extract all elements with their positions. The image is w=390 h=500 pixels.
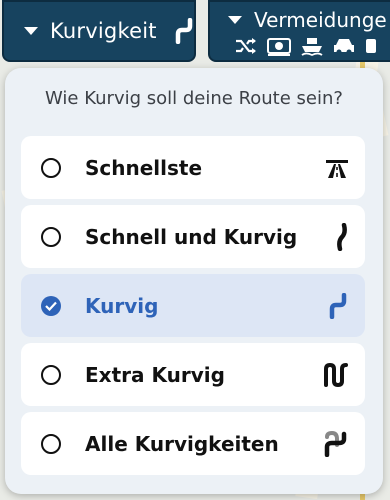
option-all-curviness[interactable]: Alle Kurvigkeiten [21,412,365,475]
option-extra-curvy[interactable]: Extra Kurvig [21,343,365,406]
radio-button[interactable] [41,433,61,454]
radio-button[interactable] [41,157,61,178]
option-label: Kurvig [85,293,159,318]
highway-icon [325,157,349,179]
car-icon[interactable] [332,36,356,56]
option-label: Schnellste [85,155,203,180]
toll-icon[interactable] [266,36,292,56]
slight-curve-icon [335,222,349,251]
option-fast-and-curvy[interactable]: Schnell und Kurvig [21,205,365,268]
caret-down-icon [24,27,38,35]
option-fastest[interactable]: Schnellste [21,136,365,199]
panel-title: Wie Kurvig soll deine Route sein? [45,88,343,109]
avoidances-button[interactable]: Vermeidunge [208,0,390,62]
curve-icon [327,292,349,319]
shuffle-icon[interactable] [234,36,258,56]
all-curves-icon [323,430,349,457]
extra-curve-icon [323,362,349,387]
radio-button-checked[interactable] [41,295,61,316]
caret-down-icon [228,16,242,24]
radio-button[interactable] [41,364,61,385]
option-label: Alle Kurvigkeiten [85,431,279,456]
curviness-panel: Wie Kurvig soll deine Route sein? Schnel… [5,68,383,494]
curviness-button-label: Kurvigkeit [50,19,157,43]
radio-button[interactable] [41,226,61,247]
checkmark-icon [45,301,57,311]
more-icon[interactable] [364,36,378,56]
option-label: Schnell und Kurvig [85,224,298,249]
option-curvy[interactable]: Kurvig [21,274,365,337]
curve-icon [173,18,195,44]
option-label: Extra Kurvig [85,362,225,387]
avoidances-button-label: Vermeidunge [254,8,387,32]
ferry-icon[interactable] [300,36,324,56]
curviness-button[interactable]: Kurvigkeit [2,0,196,62]
